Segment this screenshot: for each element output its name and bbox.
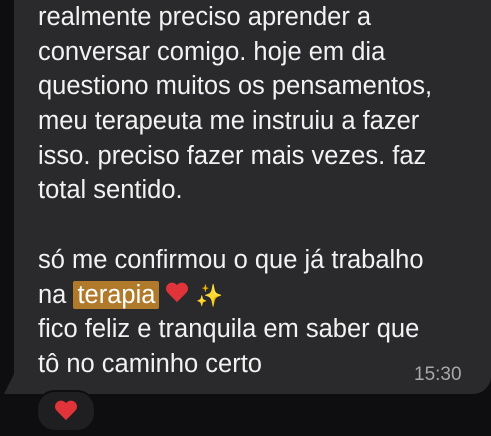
message-text: realmente preciso aprender a conversar c… [38, 0, 478, 382]
message-line-5: isso. preciso fazer mais vezes. faz [38, 141, 427, 170]
message-line-1: realmente preciso aprender a [38, 3, 372, 31]
message-line-6: total sentido. [38, 176, 183, 205]
bubble-tail [4, 362, 20, 394]
message-timestamp: 15:30 [414, 364, 462, 385]
red-heart-icon [165, 283, 189, 305]
line-prefix: na [38, 280, 67, 309]
reaction-badge[interactable] [36, 390, 96, 432]
message-line-7: só me confirmou o que já trabalho [38, 245, 424, 274]
sparkles-icon: ✨ [195, 282, 223, 308]
highlighted-word: terapia [73, 280, 160, 309]
message-line-3: questiono muitos os pensamentos, [38, 72, 433, 101]
message-line-9: fico feliz e tranquila em saber que [38, 315, 420, 344]
message-line-10: tô no caminho certo [38, 349, 262, 378]
message-line-4: meu terapeuta me instruiu a fazer [38, 107, 420, 136]
message-line-2: conversar comigo. hoje em dia [38, 37, 386, 66]
reaction-heart-icon [54, 401, 78, 423]
message-line-8: na terapia ✨ [38, 278, 478, 313]
